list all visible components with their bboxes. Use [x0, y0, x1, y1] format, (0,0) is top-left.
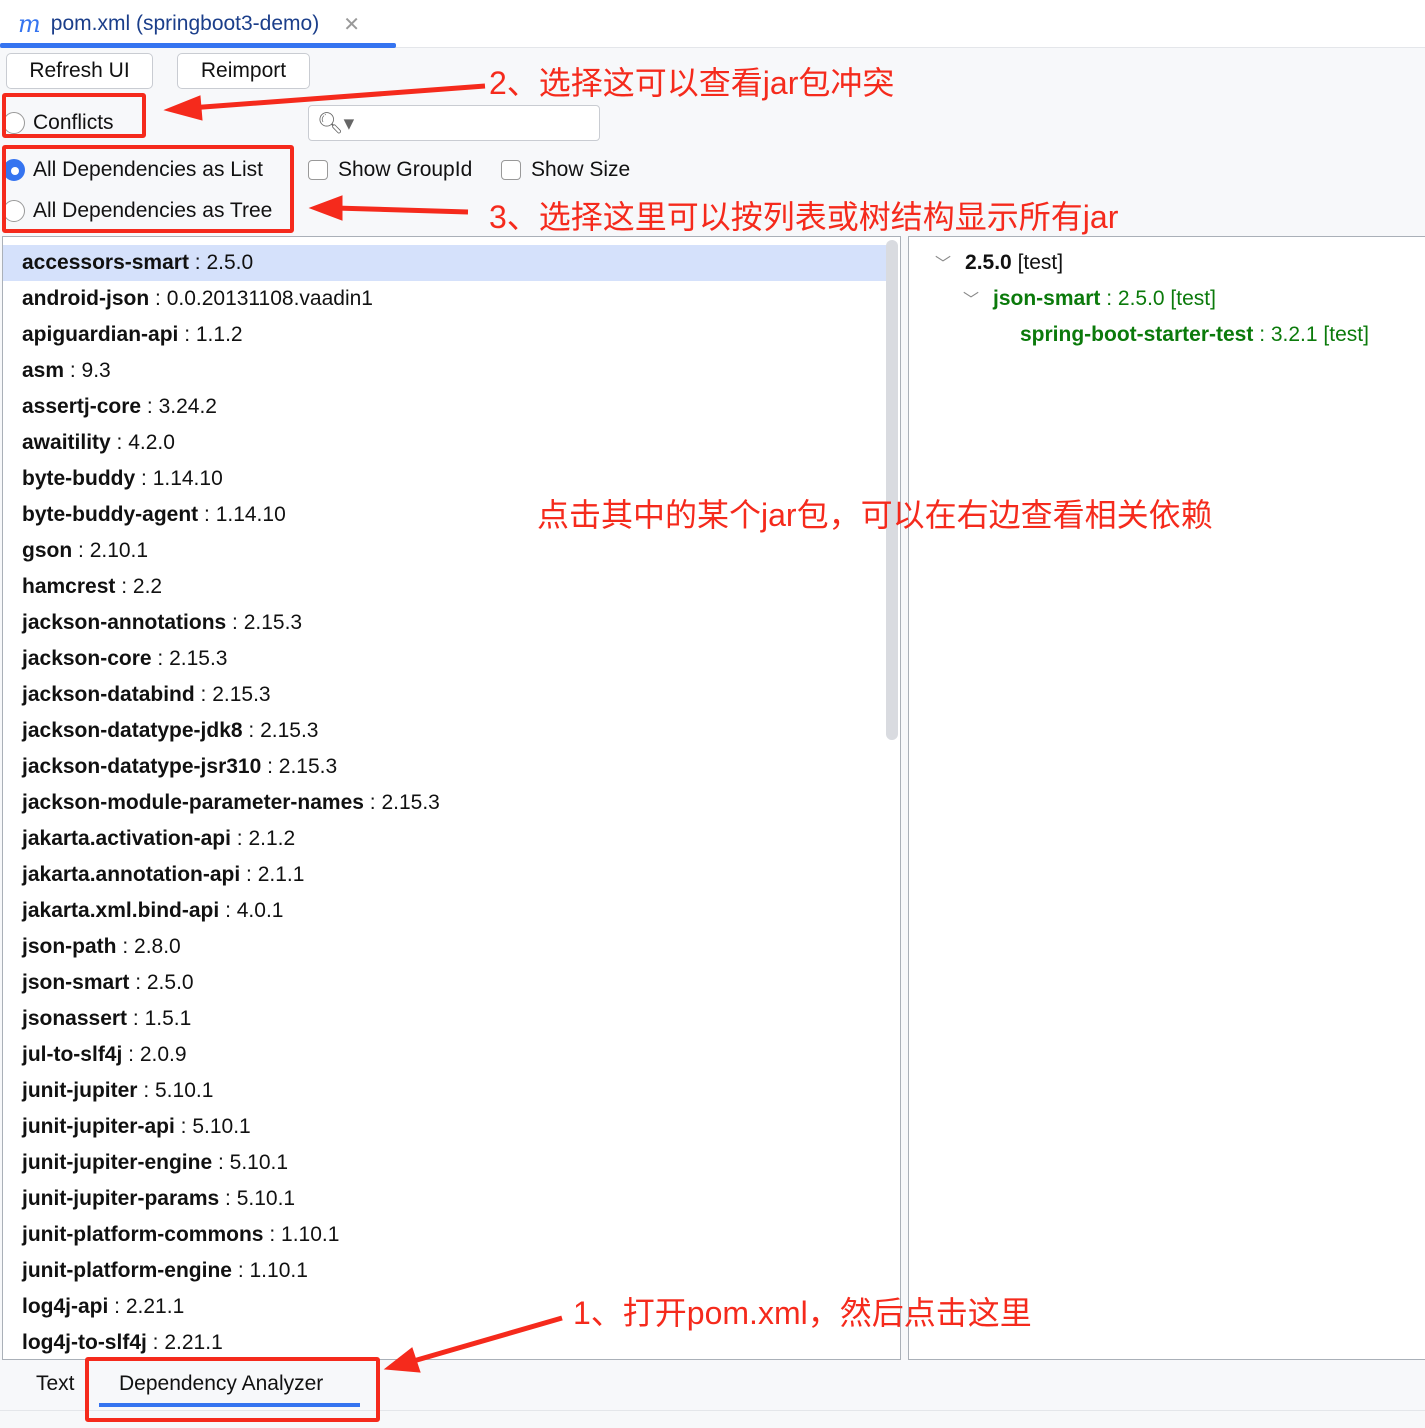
arrow-step2 — [189, 83, 486, 111]
annotation-arrows — [163, 83, 563, 1373]
arrow-step3 — [334, 205, 469, 215]
arrow-head-step2 — [163, 95, 203, 121]
arrow-step1 — [409, 1315, 563, 1365]
arrow-head-step3 — [308, 195, 343, 221]
arrow-head-step1 — [383, 1347, 421, 1373]
